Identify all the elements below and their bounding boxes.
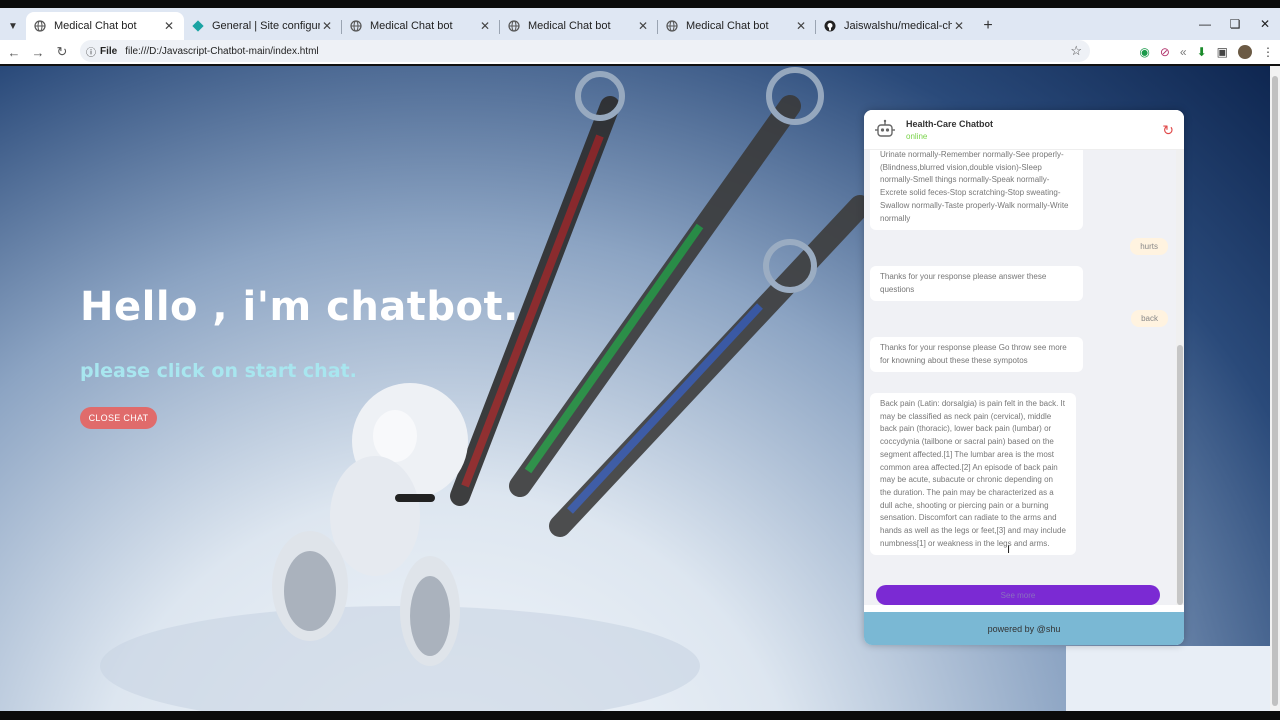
screen-bottom-strip bbox=[0, 711, 1280, 720]
url-text[interactable]: file:///D:/Javascript-Chatbot-main/index… bbox=[125, 46, 318, 57]
forward-arrow-icon[interactable]: → bbox=[26, 40, 50, 64]
chat-title: Health-Care Chatbot bbox=[906, 119, 994, 129]
minimize-icon[interactable]: — bbox=[1190, 8, 1220, 40]
tab-title: Medical Chat bot bbox=[528, 20, 611, 32]
browser-tab-1[interactable]: Medical Chat bot ✕ bbox=[26, 12, 184, 40]
maximize-icon[interactable]: ❏ bbox=[1220, 8, 1250, 40]
globe-icon bbox=[350, 20, 362, 32]
chat-status: online bbox=[906, 132, 928, 141]
bot-message: Back pain (Latin: dorsalgia) is pain fel… bbox=[870, 393, 1076, 556]
chat-footer: powered by @shu bbox=[864, 612, 1184, 645]
close-chat-button[interactable]: CLOSE CHAT bbox=[80, 407, 157, 429]
web-page: Hello , i'm chatbot. please click on sta… bbox=[0, 66, 1270, 711]
browser-menu-icon[interactable]: ⋮ bbox=[1262, 45, 1274, 59]
chatbot-widget: Health-Care Chatbot online ↻ Urinate nor… bbox=[864, 110, 1184, 645]
bot-message: Urinate normally-Remember normally-See p… bbox=[870, 150, 1083, 231]
tab-search-chevron-icon[interactable]: ▼ bbox=[0, 12, 26, 40]
page-scrollbar[interactable] bbox=[1270, 66, 1280, 711]
globe-icon bbox=[508, 20, 520, 32]
globe-icon bbox=[34, 20, 46, 32]
browser-tab-5[interactable]: Medical Chat bot ✕ bbox=[658, 12, 816, 40]
tab-title: General | Site configuration | sp bbox=[212, 20, 320, 32]
hero-subheading: please click on start chat. bbox=[80, 360, 357, 382]
scheme-label: File bbox=[100, 45, 118, 57]
extension-block-icon[interactable]: ⊘ bbox=[1160, 45, 1170, 59]
close-tab-icon[interactable]: ✕ bbox=[794, 19, 808, 33]
close-tab-icon[interactable]: ✕ bbox=[952, 19, 966, 33]
chat-scrollbar[interactable] bbox=[1176, 150, 1184, 605]
see-more-button[interactable]: See more bbox=[876, 585, 1160, 605]
refresh-icon[interactable]: ↻ bbox=[1162, 122, 1174, 139]
user-message: hurts bbox=[1130, 238, 1168, 255]
chat-header: Health-Care Chatbot online ↻ bbox=[864, 110, 1184, 150]
screen-top-strip bbox=[0, 0, 1280, 8]
robot-icon bbox=[874, 119, 896, 141]
globe-icon bbox=[666, 20, 678, 32]
close-tab-icon[interactable]: ✕ bbox=[320, 19, 334, 33]
browser-tab-bar: ▼ Medical Chat bot ✕ General | Site conf… bbox=[0, 8, 1280, 40]
tab-title: Medical Chat bot bbox=[686, 20, 769, 32]
browser-tab-2[interactable]: General | Site configuration | sp ✕ bbox=[184, 12, 342, 40]
page-right-panel bbox=[1066, 646, 1270, 711]
tab-title: Jaiswalshu/medical-chatbot bbox=[844, 20, 952, 32]
diamond-icon bbox=[192, 20, 204, 32]
page-scroll-thumb[interactable] bbox=[1272, 76, 1278, 706]
user-message: back bbox=[1131, 310, 1168, 327]
browser-tab-4[interactable]: Medical Chat bot ✕ bbox=[500, 12, 658, 40]
github-icon bbox=[824, 20, 836, 32]
extensions-area: ◉ ⊘ « ⬇ ▣ ⋮ bbox=[1139, 40, 1274, 64]
download-icon[interactable]: ⬇ bbox=[1197, 45, 1207, 59]
window-controls: — ❏ ✕ bbox=[1190, 8, 1280, 40]
chat-scroll-thumb[interactable] bbox=[1177, 345, 1183, 605]
back-arrow-icon[interactable]: ← bbox=[2, 40, 26, 64]
chat-messages[interactable]: Urinate normally-Remember normally-See p… bbox=[864, 150, 1176, 605]
extension-green-icon[interactable]: ◉ bbox=[1139, 45, 1149, 59]
info-icon[interactable]: ⓘ bbox=[86, 44, 96, 59]
close-tab-icon[interactable]: ✕ bbox=[478, 19, 492, 33]
hero-heading: Hello , i'm chatbot. bbox=[80, 284, 519, 330]
reload-icon[interactable]: ↻ bbox=[50, 40, 74, 64]
extensions-puzzle-icon[interactable]: ▣ bbox=[1217, 45, 1228, 59]
text-cursor-icon: I bbox=[1007, 544, 1011, 556]
close-window-icon[interactable]: ✕ bbox=[1250, 8, 1280, 40]
close-tab-icon[interactable]: ✕ bbox=[636, 19, 650, 33]
tab-title: Medical Chat bot bbox=[370, 20, 453, 32]
bot-message: Thanks for your response please Go throw… bbox=[870, 337, 1083, 373]
address-toolbar: ← → ↻ ⓘ File file:///D:/Javascript-Chatb… bbox=[0, 40, 1280, 64]
browser-tab-3[interactable]: Medical Chat bot ✕ bbox=[342, 12, 500, 40]
new-tab-plus-icon[interactable]: + bbox=[974, 12, 1002, 40]
browser-tab-6[interactable]: Jaiswalshu/medical-chatbot ✕ bbox=[816, 12, 974, 40]
profile-avatar-icon[interactable] bbox=[1238, 45, 1252, 59]
tab-title: Medical Chat bot bbox=[54, 20, 137, 32]
bot-message: Thanks for your response please answer t… bbox=[870, 266, 1083, 302]
extension-arrows-icon[interactable]: « bbox=[1180, 45, 1187, 59]
close-tab-icon[interactable]: ✕ bbox=[162, 19, 176, 33]
address-bar[interactable]: ⓘ File file:///D:/Javascript-Chatbot-mai… bbox=[80, 40, 1090, 62]
bookmark-star-icon[interactable]: ☆ bbox=[1070, 43, 1082, 59]
